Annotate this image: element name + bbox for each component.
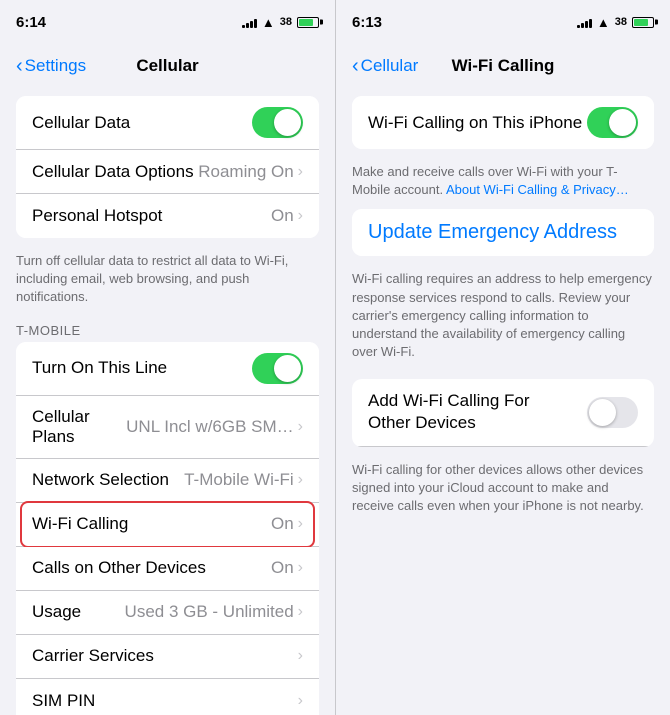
wifi-calling-description: Make and receive calls over Wi-Fi with y… — [336, 157, 670, 209]
left-screen: 6:14 ▲ 38 ‹ Settings Cellular — [0, 0, 335, 715]
time-right: 6:13 — [352, 14, 382, 31]
chevron-icon: › — [298, 471, 303, 489]
chevron-icon: › — [298, 163, 303, 181]
usage-row[interactable]: Usage Used 3 GB - Unlimited › — [16, 591, 319, 635]
page-title-left: Cellular — [136, 56, 198, 76]
tmobile-section-label: T-MOBILE — [0, 315, 335, 342]
back-label-right: Cellular — [361, 56, 419, 76]
cellular-plans-value: UNL Incl w/6GB SM… — [126, 417, 294, 437]
sim-pin-row[interactable]: SIM PIN › — [16, 679, 319, 715]
signal-icon — [242, 16, 257, 28]
network-selection-label: Network Selection — [32, 470, 184, 490]
cellular-plans-row[interactable]: Cellular Plans UNL Incl w/6GB SM… › — [16, 396, 319, 459]
personal-hotspot-row[interactable]: Personal Hotspot On › — [16, 194, 319, 238]
chevron-icon: › — [298, 207, 303, 225]
battery-icon-left — [297, 17, 319, 28]
turn-on-line-toggle[interactable] — [252, 353, 303, 384]
update-emergency-label: Update Emergency Address — [368, 221, 638, 244]
signal-icon-right — [577, 16, 592, 28]
wifi-icon-right: ▲ — [597, 15, 610, 30]
back-label-left: Settings — [25, 56, 86, 76]
calls-other-devices-value: On — [271, 558, 294, 578]
cellular-data-options-row[interactable]: Cellular Data Options Roaming On › — [16, 150, 319, 194]
battery-icon-right — [632, 17, 654, 28]
wifi-calling-value: On — [271, 514, 294, 534]
tmobile-card: Turn On This Line Cellular Plans UNL Inc… — [16, 342, 319, 715]
cellular-data-options-label: Cellular Data Options — [32, 162, 198, 182]
usage-value: Used 3 GB - Unlimited — [125, 602, 294, 622]
chevron-icon: › — [298, 692, 303, 710]
content-right: Wi-Fi Calling on This iPhone Make and re… — [336, 88, 670, 715]
status-bar-left: 6:14 ▲ 38 — [0, 0, 335, 44]
calls-other-devices-row[interactable]: Calls on Other Devices On › — [16, 547, 319, 591]
battery-badge-right: 38 — [615, 16, 627, 28]
personal-hotspot-label: Personal Hotspot — [32, 206, 271, 226]
back-arrow-left: ‹ — [16, 56, 23, 76]
wifi-calling-label: Wi-Fi Calling — [32, 514, 271, 534]
chevron-icon: › — [298, 515, 303, 533]
back-arrow-right: ‹ — [352, 56, 359, 76]
wifi-calling-iphone-toggle[interactable] — [587, 107, 638, 138]
cellular-data-toggle[interactable] — [252, 107, 303, 138]
carrier-services-row[interactable]: Carrier Services › — [16, 635, 319, 679]
right-screen: 6:13 ▲ 38 ‹ Cellular Wi-Fi Calling — [335, 0, 670, 715]
turn-on-line-row[interactable]: Turn On This Line — [16, 342, 319, 396]
status-bar-right: 6:13 ▲ 38 — [336, 0, 670, 44]
carrier-services-label: Carrier Services — [32, 646, 298, 666]
add-wifi-calling-row[interactable]: Add Wi-Fi Calling ForOther Devices — [352, 379, 654, 446]
cellular-data-row[interactable]: Cellular Data — [16, 96, 319, 150]
chevron-icon: › — [298, 559, 303, 577]
add-wifi-calling-description: Wi-Fi calling for other devices allows o… — [336, 455, 670, 526]
chevron-icon: › — [298, 418, 303, 436]
cellular-info-text: Turn off cellular data to restrict all d… — [0, 246, 335, 315]
nav-bar-right: ‹ Cellular Wi-Fi Calling — [336, 44, 670, 88]
page-title-right: Wi-Fi Calling — [452, 56, 555, 76]
personal-hotspot-value: On — [271, 206, 294, 226]
status-icons-left: ▲ 38 — [242, 15, 319, 30]
add-wifi-calling-label: Add Wi-Fi Calling ForOther Devices — [368, 390, 587, 434]
chevron-icon: › — [298, 647, 303, 665]
wifi-calling-iphone-row[interactable]: Wi-Fi Calling on This iPhone — [352, 96, 654, 149]
wifi-calling-privacy-link[interactable]: About Wi-Fi Calling & Privacy… — [446, 182, 629, 197]
content-left: Cellular Data Cellular Data Options Roam… — [0, 88, 335, 715]
battery-badge: 38 — [280, 16, 292, 28]
wifi-calling-iphone-label: Wi-Fi Calling on This iPhone — [368, 113, 587, 133]
status-icons-right: ▲ 38 — [577, 15, 654, 30]
nav-bar-left: ‹ Settings Cellular — [0, 44, 335, 88]
sim-pin-label: SIM PIN — [32, 691, 298, 711]
update-emergency-row[interactable]: Update Emergency Address — [352, 209, 654, 256]
cellular-data-label: Cellular Data — [32, 113, 252, 133]
cellular-data-options-value: Roaming On — [198, 162, 293, 182]
back-button-right[interactable]: ‹ Cellular — [352, 56, 418, 76]
back-button-left[interactable]: ‹ Settings — [16, 56, 86, 76]
chevron-icon: › — [298, 603, 303, 621]
usage-label: Usage — [32, 602, 125, 622]
time-left: 6:14 — [16, 14, 46, 31]
emergency-address-description: Wi-Fi calling requires an address to hel… — [336, 264, 670, 371]
emergency-address-card: Update Emergency Address — [352, 209, 654, 256]
wifi-calling-main-card: Wi-Fi Calling on This iPhone — [352, 96, 654, 149]
wifi-icon: ▲ — [262, 15, 275, 30]
network-selection-row[interactable]: Network Selection T-Mobile Wi-Fi › — [16, 459, 319, 503]
add-wifi-calling-toggle[interactable] — [587, 397, 638, 428]
cellular-card: Cellular Data Cellular Data Options Roam… — [16, 96, 319, 238]
network-selection-value: T-Mobile Wi-Fi — [184, 470, 294, 490]
turn-on-line-label: Turn On This Line — [32, 358, 252, 378]
add-wifi-calling-card: Add Wi-Fi Calling ForOther Devices — [352, 379, 654, 446]
calls-other-devices-label: Calls on Other Devices — [32, 558, 271, 578]
wifi-calling-row[interactable]: Wi-Fi Calling On › — [16, 503, 319, 547]
cellular-plans-label: Cellular Plans — [32, 407, 126, 447]
